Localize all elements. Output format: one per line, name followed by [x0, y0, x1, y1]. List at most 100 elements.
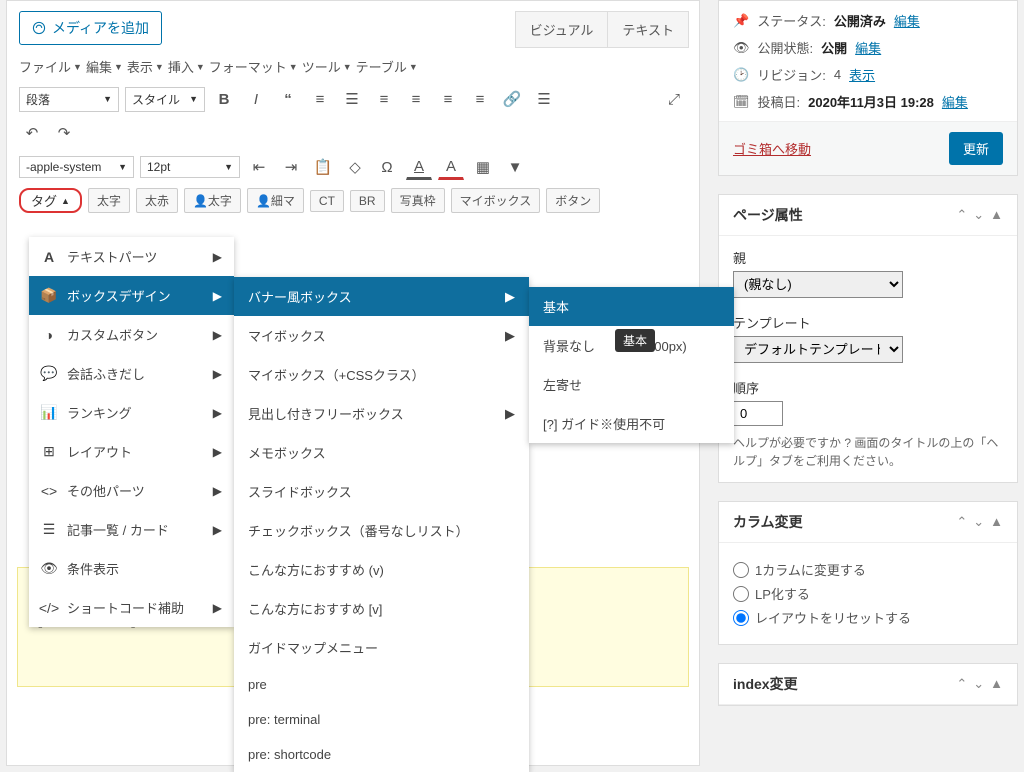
align-center-icon[interactable]: ≡: [403, 86, 429, 112]
parent-select[interactable]: (親なし): [733, 271, 903, 298]
extra-icon[interactable]: ▼: [502, 154, 528, 180]
sm1-heading-free[interactable]: 見出し付きフリーボックス▶: [234, 394, 529, 433]
undo-icon[interactable]: ↶: [19, 120, 45, 146]
sm1-pre-terminal[interactable]: pre: terminal: [234, 702, 529, 737]
editor-menubar: ファイル▼ 編集▼ 表示▼ 挿入▼ フォーマット▼ ツール▼ テーブル▼: [7, 51, 699, 82]
tab-text[interactable]: テキスト: [607, 11, 689, 48]
tab-visual[interactable]: ビジュアル: [515, 11, 608, 48]
format-select[interactable]: 段落▼: [19, 87, 119, 112]
tag-dropdown-button[interactable]: タグ▲: [19, 188, 82, 213]
dd-condition[interactable]: 👁条件表示: [29, 549, 234, 588]
dd-custom-button[interactable]: ◑カスタムボタン▶: [29, 315, 234, 354]
sm1-memo[interactable]: メモボックス: [234, 433, 529, 472]
fullscreen-icon[interactable]: ⤢: [661, 86, 687, 112]
radio-1column[interactable]: [733, 562, 749, 578]
move-to-trash-link[interactable]: ゴミ箱へ移動: [733, 139, 811, 158]
menu-insert[interactable]: 挿入▼: [168, 57, 205, 76]
bold-icon[interactable]: B: [211, 86, 237, 112]
add-media-button[interactable]: メディアを追加: [19, 11, 162, 45]
sm1-checkbox[interactable]: チェックボックス（番号なしリスト）: [234, 511, 529, 550]
menu-edit[interactable]: 編集▼: [86, 57, 123, 76]
add-media-label: メディアを追加: [52, 18, 149, 38]
visibility-edit-link[interactable]: 編集: [855, 38, 881, 57]
style-btn-thin[interactable]: 👤細マ: [247, 188, 304, 213]
font-select[interactable]: -apple-system▼: [19, 156, 134, 178]
sm1-pre[interactable]: pre: [234, 667, 529, 702]
special-char-icon[interactable]: Ω: [374, 154, 400, 180]
quote-icon[interactable]: “: [275, 86, 301, 112]
sm1-recommend-bv[interactable]: こんな方におすすめ [v]: [234, 589, 529, 628]
collapse-up-icon[interactable]: ▲: [990, 207, 1003, 223]
chevron-down-icon[interactable]: ⌄: [973, 676, 984, 692]
redo-icon[interactable]: ↷: [51, 120, 77, 146]
collapse-up-icon[interactable]: ▲: [990, 514, 1003, 530]
sm1-guidemap[interactable]: ガイドマップメニュー: [234, 628, 529, 667]
indent-icon[interactable]: ⇥: [278, 154, 304, 180]
dd-text-parts[interactable]: Aテキストパーツ▶: [29, 237, 234, 276]
revisions-browse-link[interactable]: 表示: [849, 65, 875, 84]
chevron-down-icon[interactable]: ⌄: [973, 207, 984, 223]
date-edit-link[interactable]: 編集: [942, 92, 968, 111]
radio-reset[interactable]: [733, 610, 749, 626]
clear-format-icon[interactable]: ◇: [342, 154, 368, 180]
style-btn-mybox[interactable]: マイボックス: [451, 188, 541, 213]
sm1-pre-shortcode[interactable]: pre: shortcode: [234, 737, 529, 772]
menu-file[interactable]: ファイル▼: [19, 57, 82, 76]
menu-view[interactable]: 表示▼: [127, 57, 164, 76]
sm1-recommend-v[interactable]: こんな方におすすめ (v): [234, 550, 529, 589]
bullet-list-icon[interactable]: ≡: [307, 86, 333, 112]
sm1-slide[interactable]: スライドボックス: [234, 472, 529, 511]
dd-ranking[interactable]: 📊ランキング▶: [29, 393, 234, 432]
chevron-up-icon[interactable]: ⌃: [956, 207, 967, 223]
menu-table[interactable]: テーブル▼: [356, 57, 418, 76]
status-edit-link[interactable]: 編集: [894, 11, 920, 30]
more-icon[interactable]: ☰: [531, 86, 557, 112]
dd-other[interactable]: <>その他パーツ▶: [29, 471, 234, 510]
sm1-mybox-css[interactable]: マイボックス（+CSSクラス）: [234, 355, 529, 394]
style-btn-ct[interactable]: CT: [310, 190, 344, 212]
sm2-guide[interactable]: [?] ガイド※使用不可: [529, 404, 734, 443]
style-btn-bold2[interactable]: 👤太字: [184, 188, 241, 213]
style-btn-red[interactable]: 太赤: [136, 188, 178, 213]
submenu-box-design: バナー風ボックス▶ マイボックス▶ マイボックス（+CSSクラス） 見出し付きフ…: [234, 277, 529, 772]
dd-shortcode[interactable]: </>ショートコード補助▶: [29, 588, 234, 627]
link-icon[interactable]: 🔗: [499, 86, 525, 112]
dd-box-design[interactable]: 📦ボックスデザイン▶: [29, 276, 234, 315]
outdent-icon[interactable]: ⇤: [246, 154, 272, 180]
update-button[interactable]: 更新: [949, 132, 1003, 165]
align-left-icon[interactable]: ≡: [371, 86, 397, 112]
dd-article-list[interactable]: ☰記事一覧 / カード▶: [29, 510, 234, 549]
template-select[interactable]: デフォルトテンプレート: [733, 336, 903, 363]
shortcode-icon: </>: [41, 600, 57, 616]
collapse-up-icon[interactable]: ▲: [990, 676, 1003, 692]
italic-icon[interactable]: I: [243, 86, 269, 112]
fontcolor-icon[interactable]: A: [438, 154, 464, 180]
paste-icon[interactable]: 📋: [310, 154, 336, 180]
dd-layout[interactable]: ⊞レイアウト▶: [29, 432, 234, 471]
order-input[interactable]: [733, 401, 783, 426]
table-icon[interactable]: ▦: [470, 154, 496, 180]
number-list-icon[interactable]: ☰: [339, 86, 365, 112]
dd-speech[interactable]: 💬会話ふきだし▶: [29, 354, 234, 393]
style-select[interactable]: スタイル▼: [125, 87, 205, 112]
sm1-mybox[interactable]: マイボックス▶: [234, 316, 529, 355]
size-select[interactable]: 12pt▼: [140, 156, 240, 178]
style-btn-button[interactable]: ボタン: [546, 188, 600, 213]
sm1-banner-box[interactable]: バナー風ボックス▶: [234, 277, 529, 316]
chevron-up-icon[interactable]: ⌃: [956, 514, 967, 530]
index-panel: index変更⌃⌄▲: [718, 663, 1018, 706]
chevron-down-icon[interactable]: ⌄: [973, 514, 984, 530]
menu-format[interactable]: フォーマット▼: [209, 57, 298, 76]
menu-tools[interactable]: ツール▼: [302, 57, 352, 76]
style-btn-br[interactable]: BR: [350, 190, 385, 212]
style-btn-photo[interactable]: 写真枠: [391, 188, 445, 213]
sm2-basic[interactable]: 基本: [529, 287, 734, 326]
radio-lp[interactable]: [733, 586, 749, 602]
align-right-icon[interactable]: ≡: [435, 86, 461, 112]
highlight-icon[interactable]: A: [406, 154, 432, 180]
style-btn-bold[interactable]: 太字: [88, 188, 130, 213]
sm2-left[interactable]: 左寄せ: [529, 365, 734, 404]
list-icon: ☰: [41, 521, 57, 538]
chevron-up-icon[interactable]: ⌃: [956, 676, 967, 692]
align-justify-icon[interactable]: ≡: [467, 86, 493, 112]
